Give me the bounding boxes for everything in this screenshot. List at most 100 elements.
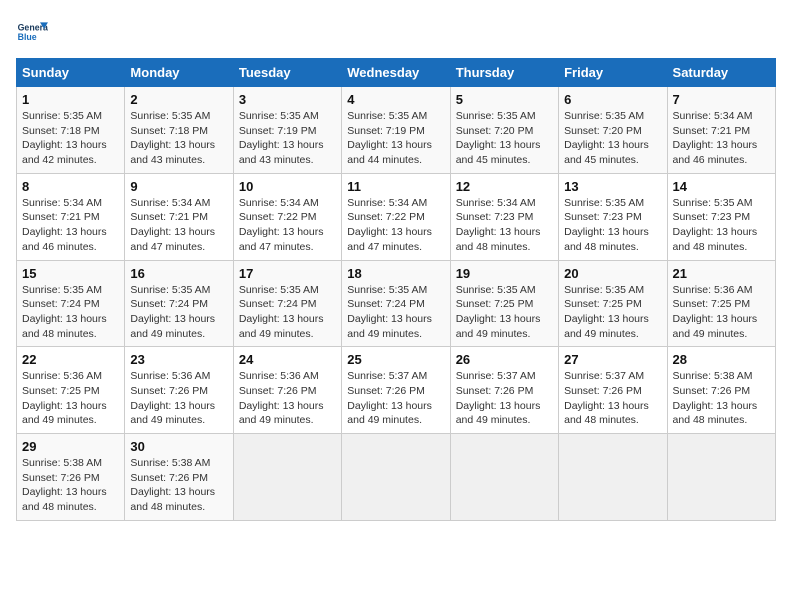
day-info: Sunrise: 5:34 AMSunset: 7:21 PMDaylight:… bbox=[22, 197, 107, 253]
calendar-cell: 23 Sunrise: 5:36 AMSunset: 7:26 PMDaylig… bbox=[125, 347, 233, 434]
calendar-cell: 7 Sunrise: 5:34 AMSunset: 7:21 PMDayligh… bbox=[667, 87, 775, 174]
calendar-cell bbox=[559, 434, 667, 521]
calendar-row: 1 Sunrise: 5:35 AMSunset: 7:18 PMDayligh… bbox=[17, 87, 776, 174]
day-number: 17 bbox=[239, 266, 336, 281]
calendar-cell: 14 Sunrise: 5:35 AMSunset: 7:23 PMDaylig… bbox=[667, 173, 775, 260]
day-info: Sunrise: 5:34 AMSunset: 7:21 PMDaylight:… bbox=[130, 197, 215, 253]
day-info: Sunrise: 5:36 AMSunset: 7:25 PMDaylight:… bbox=[22, 370, 107, 426]
day-info: Sunrise: 5:35 AMSunset: 7:18 PMDaylight:… bbox=[130, 110, 215, 166]
day-number: 21 bbox=[673, 266, 770, 281]
day-number: 3 bbox=[239, 92, 336, 107]
day-info: Sunrise: 5:35 AMSunset: 7:24 PMDaylight:… bbox=[239, 284, 324, 340]
calendar-cell: 24 Sunrise: 5:36 AMSunset: 7:26 PMDaylig… bbox=[233, 347, 341, 434]
weekday-header-sunday: Sunday bbox=[17, 59, 125, 87]
calendar-cell: 1 Sunrise: 5:35 AMSunset: 7:18 PMDayligh… bbox=[17, 87, 125, 174]
calendar-cell: 4 Sunrise: 5:35 AMSunset: 7:19 PMDayligh… bbox=[342, 87, 450, 174]
day-number: 4 bbox=[347, 92, 444, 107]
weekday-header-thursday: Thursday bbox=[450, 59, 558, 87]
calendar-cell: 22 Sunrise: 5:36 AMSunset: 7:25 PMDaylig… bbox=[17, 347, 125, 434]
day-info: Sunrise: 5:35 AMSunset: 7:25 PMDaylight:… bbox=[564, 284, 649, 340]
day-info: Sunrise: 5:35 AMSunset: 7:19 PMDaylight:… bbox=[239, 110, 324, 166]
day-info: Sunrise: 5:36 AMSunset: 7:25 PMDaylight:… bbox=[673, 284, 758, 340]
day-info: Sunrise: 5:35 AMSunset: 7:20 PMDaylight:… bbox=[456, 110, 541, 166]
day-number: 30 bbox=[130, 439, 227, 454]
day-info: Sunrise: 5:35 AMSunset: 7:23 PMDaylight:… bbox=[673, 197, 758, 253]
day-number: 24 bbox=[239, 352, 336, 367]
calendar-cell bbox=[342, 434, 450, 521]
day-info: Sunrise: 5:36 AMSunset: 7:26 PMDaylight:… bbox=[130, 370, 215, 426]
weekday-header-tuesday: Tuesday bbox=[233, 59, 341, 87]
day-number: 11 bbox=[347, 179, 444, 194]
calendar-cell: 27 Sunrise: 5:37 AMSunset: 7:26 PMDaylig… bbox=[559, 347, 667, 434]
day-number: 29 bbox=[22, 439, 119, 454]
calendar-cell: 20 Sunrise: 5:35 AMSunset: 7:25 PMDaylig… bbox=[559, 260, 667, 347]
day-number: 6 bbox=[564, 92, 661, 107]
calendar-cell: 28 Sunrise: 5:38 AMSunset: 7:26 PMDaylig… bbox=[667, 347, 775, 434]
day-info: Sunrise: 5:35 AMSunset: 7:19 PMDaylight:… bbox=[347, 110, 432, 166]
calendar-cell: 8 Sunrise: 5:34 AMSunset: 7:21 PMDayligh… bbox=[17, 173, 125, 260]
day-info: Sunrise: 5:34 AMSunset: 7:22 PMDaylight:… bbox=[347, 197, 432, 253]
day-info: Sunrise: 5:35 AMSunset: 7:20 PMDaylight:… bbox=[564, 110, 649, 166]
calendar-cell: 15 Sunrise: 5:35 AMSunset: 7:24 PMDaylig… bbox=[17, 260, 125, 347]
calendar-cell bbox=[233, 434, 341, 521]
day-info: Sunrise: 5:38 AMSunset: 7:26 PMDaylight:… bbox=[673, 370, 758, 426]
day-number: 22 bbox=[22, 352, 119, 367]
day-info: Sunrise: 5:35 AMSunset: 7:24 PMDaylight:… bbox=[347, 284, 432, 340]
calendar-cell: 26 Sunrise: 5:37 AMSunset: 7:26 PMDaylig… bbox=[450, 347, 558, 434]
day-number: 14 bbox=[673, 179, 770, 194]
day-info: Sunrise: 5:36 AMSunset: 7:26 PMDaylight:… bbox=[239, 370, 324, 426]
calendar-row: 22 Sunrise: 5:36 AMSunset: 7:25 PMDaylig… bbox=[17, 347, 776, 434]
day-info: Sunrise: 5:35 AMSunset: 7:18 PMDaylight:… bbox=[22, 110, 107, 166]
page-header: General Blue bbox=[16, 16, 776, 48]
calendar-cell: 19 Sunrise: 5:35 AMSunset: 7:25 PMDaylig… bbox=[450, 260, 558, 347]
day-number: 7 bbox=[673, 92, 770, 107]
day-info: Sunrise: 5:35 AMSunset: 7:24 PMDaylight:… bbox=[22, 284, 107, 340]
calendar-cell: 21 Sunrise: 5:36 AMSunset: 7:25 PMDaylig… bbox=[667, 260, 775, 347]
calendar-cell: 10 Sunrise: 5:34 AMSunset: 7:22 PMDaylig… bbox=[233, 173, 341, 260]
calendar-row: 29 Sunrise: 5:38 AMSunset: 7:26 PMDaylig… bbox=[17, 434, 776, 521]
calendar-table: SundayMondayTuesdayWednesdayThursdayFrid… bbox=[16, 58, 776, 521]
calendar-cell bbox=[450, 434, 558, 521]
calendar-cell: 17 Sunrise: 5:35 AMSunset: 7:24 PMDaylig… bbox=[233, 260, 341, 347]
day-info: Sunrise: 5:35 AMSunset: 7:25 PMDaylight:… bbox=[456, 284, 541, 340]
day-info: Sunrise: 5:34 AMSunset: 7:21 PMDaylight:… bbox=[673, 110, 758, 166]
day-number: 28 bbox=[673, 352, 770, 367]
day-number: 1 bbox=[22, 92, 119, 107]
day-number: 8 bbox=[22, 179, 119, 194]
logo: General Blue bbox=[16, 16, 48, 48]
weekday-header-friday: Friday bbox=[559, 59, 667, 87]
svg-text:Blue: Blue bbox=[18, 32, 37, 42]
day-number: 25 bbox=[347, 352, 444, 367]
day-number: 12 bbox=[456, 179, 553, 194]
weekday-header-wednesday: Wednesday bbox=[342, 59, 450, 87]
calendar-cell: 13 Sunrise: 5:35 AMSunset: 7:23 PMDaylig… bbox=[559, 173, 667, 260]
day-number: 23 bbox=[130, 352, 227, 367]
day-info: Sunrise: 5:37 AMSunset: 7:26 PMDaylight:… bbox=[564, 370, 649, 426]
weekday-header-monday: Monday bbox=[125, 59, 233, 87]
calendar-cell: 5 Sunrise: 5:35 AMSunset: 7:20 PMDayligh… bbox=[450, 87, 558, 174]
calendar-cell: 6 Sunrise: 5:35 AMSunset: 7:20 PMDayligh… bbox=[559, 87, 667, 174]
day-number: 9 bbox=[130, 179, 227, 194]
day-number: 13 bbox=[564, 179, 661, 194]
day-info: Sunrise: 5:38 AMSunset: 7:26 PMDaylight:… bbox=[130, 457, 215, 513]
calendar-cell: 16 Sunrise: 5:35 AMSunset: 7:24 PMDaylig… bbox=[125, 260, 233, 347]
day-info: Sunrise: 5:37 AMSunset: 7:26 PMDaylight:… bbox=[456, 370, 541, 426]
day-number: 19 bbox=[456, 266, 553, 281]
calendar-row: 15 Sunrise: 5:35 AMSunset: 7:24 PMDaylig… bbox=[17, 260, 776, 347]
calendar-cell: 12 Sunrise: 5:34 AMSunset: 7:23 PMDaylig… bbox=[450, 173, 558, 260]
day-number: 2 bbox=[130, 92, 227, 107]
day-info: Sunrise: 5:38 AMSunset: 7:26 PMDaylight:… bbox=[22, 457, 107, 513]
calendar-cell: 18 Sunrise: 5:35 AMSunset: 7:24 PMDaylig… bbox=[342, 260, 450, 347]
day-info: Sunrise: 5:35 AMSunset: 7:24 PMDaylight:… bbox=[130, 284, 215, 340]
calendar-cell: 3 Sunrise: 5:35 AMSunset: 7:19 PMDayligh… bbox=[233, 87, 341, 174]
calendar-cell: 9 Sunrise: 5:34 AMSunset: 7:21 PMDayligh… bbox=[125, 173, 233, 260]
day-number: 5 bbox=[456, 92, 553, 107]
calendar-row: 8 Sunrise: 5:34 AMSunset: 7:21 PMDayligh… bbox=[17, 173, 776, 260]
calendar-cell: 11 Sunrise: 5:34 AMSunset: 7:22 PMDaylig… bbox=[342, 173, 450, 260]
day-info: Sunrise: 5:37 AMSunset: 7:26 PMDaylight:… bbox=[347, 370, 432, 426]
day-info: Sunrise: 5:35 AMSunset: 7:23 PMDaylight:… bbox=[564, 197, 649, 253]
calendar-cell: 29 Sunrise: 5:38 AMSunset: 7:26 PMDaylig… bbox=[17, 434, 125, 521]
day-info: Sunrise: 5:34 AMSunset: 7:23 PMDaylight:… bbox=[456, 197, 541, 253]
logo-icon: General Blue bbox=[16, 16, 48, 48]
day-number: 15 bbox=[22, 266, 119, 281]
